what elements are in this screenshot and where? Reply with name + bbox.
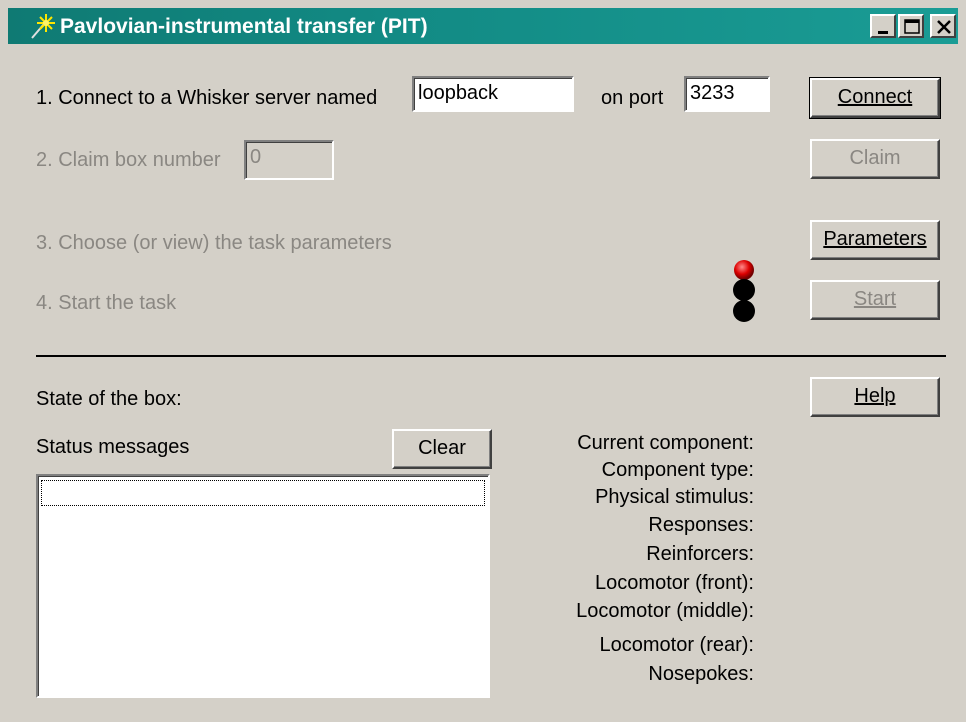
connect-button[interactable]: Connect [809,77,941,119]
detail-responses: Responses: [648,514,754,536]
parameters-label: 3. Choose (or view) the task parameters [36,232,392,254]
title-bar[interactable]: Pavlovian-instrumental transfer (PIT) [8,8,958,44]
detail-locomotor-rear: Locomotor (rear): [599,634,755,656]
detail-physical-stimulus: Physical stimulus: [595,486,754,508]
start-button[interactable]: Start [810,280,940,320]
window-title: Pavlovian-instrumental transfer (PIT) [60,15,428,38]
sparkle-icon [30,12,56,40]
app-window: Pavlovian-instrumental transfer (PIT) 1.… [0,0,966,722]
box-number-input[interactable]: 0 [244,140,334,180]
server-name-input[interactable]: loopback [412,76,574,112]
close-icon [937,20,951,34]
detail-current-component: Current component: [577,432,754,454]
help-button-label: Help [854,385,896,407]
maximize-button[interactable] [898,14,924,38]
connect-label: 1. Connect to a Whisker server named [36,87,378,109]
green-light [733,300,755,322]
claim-label: 2. Claim box number [36,149,221,171]
parameters-button[interactable]: Parameters [810,220,940,260]
port-label: on port [601,87,664,109]
minimize-icon [878,31,888,34]
claim-button[interactable]: Claim [810,139,940,179]
list-focus-row[interactable] [41,480,485,506]
detail-locomotor-front: Locomotor (front): [595,572,754,594]
section-divider [36,355,946,357]
status-messages-label: Status messages [36,436,190,458]
minimize-button[interactable] [870,14,896,38]
start-button-label: Start [853,288,897,310]
box-state-label: State of the box: [36,388,182,410]
detail-nosepokes: Nosepokes: [648,663,754,685]
detail-component-type: Component type: [601,459,754,481]
parameters-button-label: Parameters [823,228,927,250]
detail-locomotor-middle: Locomotor (middle): [576,600,754,622]
connect-button-label: Connect [837,86,913,108]
port-input[interactable]: 3233 [684,76,770,112]
maximize-icon [904,19,920,34]
status-messages-list[interactable] [36,474,490,698]
detail-reinforcers: Reinforcers: [646,543,754,565]
close-button[interactable] [930,14,956,38]
traffic-light-icon [730,258,760,324]
amber-light [733,279,755,301]
clear-button[interactable]: Clear [392,429,492,469]
help-button[interactable]: Help [810,377,940,417]
red-light [734,260,754,280]
start-label: 4. Start the task [36,292,177,314]
